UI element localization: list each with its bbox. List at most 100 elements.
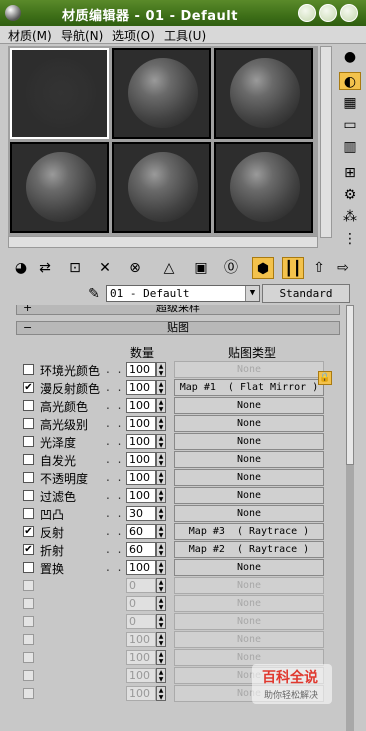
- map-enable-checkbox[interactable]: [23, 508, 34, 519]
- options-icon[interactable]: ⚙: [339, 186, 361, 204]
- map-amount-input[interactable]: 0: [126, 578, 156, 593]
- map-amount-input[interactable]: 100: [126, 632, 156, 647]
- menu-tools[interactable]: 工具(U): [164, 27, 206, 44]
- map-slot-button[interactable]: Map #3 ( Raytrace ): [174, 523, 324, 540]
- make-unique-icon[interactable]: ⊗: [124, 257, 146, 279]
- spinner-arrows-icon[interactable]: ▲ ▼: [156, 596, 166, 611]
- spinner-arrows-icon[interactable]: ▲ ▼: [156, 380, 166, 395]
- map-amount-input[interactable]: 100: [126, 668, 156, 683]
- material-type-button[interactable]: Standard: [262, 284, 350, 303]
- spinner-arrows-icon[interactable]: ▲ ▼: [156, 452, 166, 467]
- map-slot-button[interactable]: None: [174, 595, 324, 612]
- panel-scrollbar-thumb[interactable]: [346, 305, 354, 465]
- material-effects-channel-icon[interactable]: ▣: [190, 257, 212, 279]
- map-amount-input[interactable]: 100: [126, 380, 156, 395]
- map-slot-button[interactable]: None: [174, 469, 324, 486]
- spinner-arrows-icon[interactable]: ▲ ▼: [156, 416, 166, 431]
- sample-slot-5[interactable]: [112, 142, 211, 233]
- chevron-down-icon[interactable]: ▼: [245, 286, 259, 301]
- map-amount-input[interactable]: 0: [126, 614, 156, 629]
- map-enable-checkbox[interactable]: [23, 562, 34, 573]
- sample-slots-horizontal-scrollbar[interactable]: [8, 236, 318, 248]
- map-amount-input[interactable]: 30: [126, 506, 156, 521]
- map-enable-checkbox[interactable]: [23, 670, 34, 681]
- map-slot-button[interactable]: None: [174, 613, 324, 630]
- map-slot-button[interactable]: None: [174, 361, 324, 378]
- map-slot-button[interactable]: Map #2 ( Raytrace ): [174, 541, 324, 558]
- spinner-arrows-icon[interactable]: ▲ ▼: [156, 398, 166, 413]
- map-amount-input[interactable]: 100: [126, 488, 156, 503]
- rollout-maps[interactable]: − 贴图: [16, 321, 340, 335]
- put-to-library-icon[interactable]: △: [158, 257, 180, 279]
- backlight-icon[interactable]: ◐: [339, 72, 361, 90]
- spinner-arrows-icon[interactable]: ▲ ▼: [156, 506, 166, 521]
- map-enable-checkbox[interactable]: [23, 364, 34, 375]
- map-slot-button[interactable]: None: [174, 451, 324, 468]
- map-enable-checkbox[interactable]: [23, 490, 34, 501]
- get-material-icon[interactable]: ◕: [10, 257, 32, 279]
- video-color-check-icon[interactable]: ▥: [339, 138, 361, 156]
- put-material-to-scene-icon[interactable]: ⇄: [34, 257, 56, 279]
- map-amount-input[interactable]: 60: [126, 542, 156, 557]
- show-map-in-viewport-icon[interactable]: ⬢: [252, 257, 274, 279]
- close-button[interactable]: [340, 4, 358, 22]
- map-amount-input[interactable]: 100: [126, 398, 156, 413]
- map-enable-checkbox[interactable]: [23, 652, 34, 663]
- map-enable-checkbox[interactable]: [23, 598, 34, 609]
- map-amount-input[interactable]: 60: [126, 524, 156, 539]
- channel-zero-icon[interactable]: ⓪: [220, 257, 242, 279]
- map-slot-button[interactable]: None: [174, 433, 324, 450]
- map-enable-checkbox[interactable]: ✔: [23, 382, 34, 393]
- map-amount-input[interactable]: 0: [126, 596, 156, 611]
- spinner-arrows-icon[interactable]: ▲ ▼: [156, 650, 166, 665]
- spinner-arrows-icon[interactable]: ▲ ▼: [156, 668, 166, 683]
- map-enable-checkbox[interactable]: ✔: [23, 544, 34, 555]
- menu-material[interactable]: 材质(M): [8, 27, 52, 44]
- map-slot-button[interactable]: None: [174, 577, 324, 594]
- spinner-arrows-icon[interactable]: ▲ ▼: [156, 488, 166, 503]
- reset-map-icon[interactable]: ✕: [94, 257, 116, 279]
- map-enable-checkbox[interactable]: [23, 634, 34, 645]
- go-forward-to-sibling-icon[interactable]: ⇨: [332, 257, 354, 279]
- spinner-arrows-icon[interactable]: ▲ ▼: [156, 362, 166, 377]
- sample-uv-tiling-icon[interactable]: ▭: [339, 116, 361, 134]
- show-end-result-icon[interactable]: ┃┃: [282, 257, 304, 279]
- sample-slot-1[interactable]: [10, 48, 109, 139]
- map-enable-checkbox[interactable]: ✔: [23, 526, 34, 537]
- material-map-navigator-icon[interactable]: ⋮: [339, 230, 361, 248]
- map-enable-checkbox[interactable]: [23, 688, 34, 699]
- map-slot-button[interactable]: None: [174, 415, 324, 432]
- map-slot-button[interactable]: None: [174, 559, 324, 576]
- map-enable-checkbox[interactable]: [23, 436, 34, 447]
- map-enable-checkbox[interactable]: [23, 400, 34, 411]
- map-slot-button[interactable]: None: [174, 397, 324, 414]
- map-amount-input[interactable]: 100: [126, 560, 156, 575]
- map-amount-input[interactable]: 100: [126, 650, 156, 665]
- sample-type-icon[interactable]: ●: [339, 48, 361, 66]
- menu-options[interactable]: 选项(O): [112, 27, 155, 44]
- sample-slot-2[interactable]: [112, 48, 211, 139]
- map-enable-checkbox[interactable]: [23, 616, 34, 627]
- spinner-arrows-icon[interactable]: ▲ ▼: [156, 524, 166, 539]
- sample-slot-3[interactable]: [214, 48, 313, 139]
- sample-slot-6[interactable]: [214, 142, 313, 233]
- map-enable-checkbox[interactable]: [23, 472, 34, 483]
- spinner-arrows-icon[interactable]: ▲ ▼: [156, 560, 166, 575]
- assign-material-icon[interactable]: ⊡: [64, 257, 86, 279]
- map-amount-input[interactable]: 100: [126, 362, 156, 377]
- select-by-material-icon[interactable]: ⁂: [339, 208, 361, 226]
- minimize-button[interactable]: [298, 4, 316, 22]
- map-amount-input[interactable]: 100: [126, 434, 156, 449]
- map-slot-button[interactable]: None: [174, 631, 324, 648]
- map-enable-checkbox[interactable]: [23, 418, 34, 429]
- spinner-arrows-icon[interactable]: ▲ ▼: [156, 614, 166, 629]
- spinner-arrows-icon[interactable]: ▲ ▼: [156, 542, 166, 557]
- maximize-button[interactable]: [319, 4, 337, 22]
- go-to-parent-icon[interactable]: ⇧: [308, 257, 330, 279]
- eyedropper-icon[interactable]: ✎: [84, 284, 104, 304]
- make-preview-icon[interactable]: ⊞: [339, 164, 361, 182]
- material-name-dropdown[interactable]: 01 - Default ▼: [106, 285, 260, 302]
- map-amount-input[interactable]: 100: [126, 686, 156, 701]
- sample-slot-4[interactable]: [10, 142, 109, 233]
- map-enable-checkbox[interactable]: [23, 454, 34, 465]
